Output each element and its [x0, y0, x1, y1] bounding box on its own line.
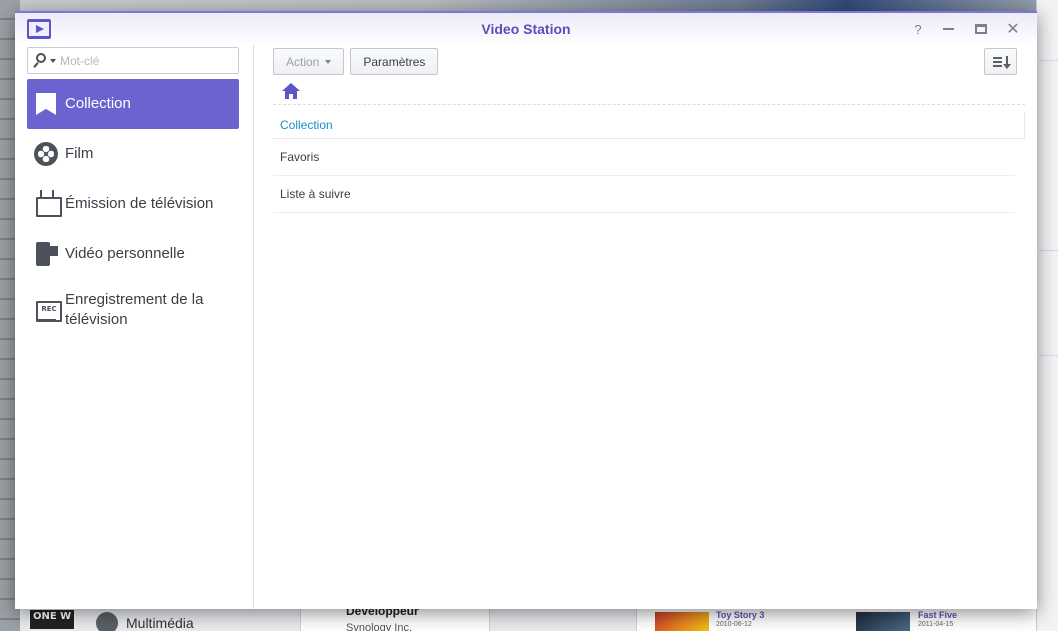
minimize-icon — [942, 28, 954, 30]
sidebar-item-film[interactable]: Film — [27, 129, 239, 179]
sidebar-item-collection[interactable]: Collection — [27, 79, 239, 129]
settings-button-label: Paramètres — [363, 54, 426, 69]
street-sign: ONE W — [28, 608, 76, 631]
maximize-button[interactable] — [971, 19, 991, 39]
movie-poster — [655, 612, 709, 631]
movie-title: Fast Five — [918, 610, 958, 620]
rec-tv-icon — [27, 285, 65, 335]
street-sign-text: ONE W — [33, 611, 72, 622]
movie-date: 2011-04-15 — [918, 621, 954, 628]
maximize-icon — [975, 24, 987, 34]
background-window-edge — [1036, 0, 1058, 631]
search-box — [27, 47, 239, 74]
video-station-window: Video Station ? ✕ Collection — [15, 11, 1037, 609]
list-header[interactable]: Collection — [273, 112, 1025, 139]
sidebar-item-tv-show[interactable]: Émission de télévision — [27, 179, 239, 229]
sidebar: Collection Film Émission de télévision V… — [15, 45, 254, 609]
toolbar: Action Paramètres — [273, 48, 439, 76]
sidebar-item-label: Vidéo personnelle — [65, 245, 185, 262]
breadcrumb — [273, 81, 1025, 105]
collection-list: Collection Favoris Liste à suivre — [273, 112, 1025, 213]
sidebar-item-home-video[interactable]: Vidéo personnelle — [27, 229, 239, 279]
help-icon: ? — [914, 21, 922, 37]
action-button[interactable]: Action — [273, 48, 345, 75]
sidebar-nav: Collection Film Émission de télévision V… — [27, 79, 239, 341]
sort-button[interactable] — [984, 48, 1017, 75]
sidebar-item-tv-recording[interactable]: Enregistrement de la télévision — [27, 279, 239, 341]
search-input[interactable] — [58, 48, 238, 73]
help-button[interactable]: ? — [908, 19, 928, 39]
main-content: Action Paramètres Collection Favoris Lis… — [255, 45, 1037, 609]
developer-name: Synology Inc. — [346, 622, 413, 631]
camcorder-icon — [27, 229, 65, 279]
sidebar-item-label: Collection — [65, 95, 131, 112]
movie-title: Toy Story 3 — [716, 610, 765, 620]
action-button-label: Action — [286, 54, 320, 69]
home-icon[interactable] — [282, 83, 300, 101]
background-multimedia-item: Multimédia — [96, 612, 194, 631]
search-icon[interactable] — [28, 48, 58, 73]
multimedia-label: Multimédia — [126, 615, 194, 631]
list-item-watchlist[interactable]: Liste à suivre — [273, 176, 1015, 213]
settings-button[interactable]: Paramètres — [350, 48, 439, 75]
close-icon: ✕ — [1006, 21, 1020, 38]
minimize-button[interactable] — [938, 19, 958, 39]
list-item-favorites[interactable]: Favoris — [273, 139, 1015, 176]
bookmark-icon — [27, 79, 65, 129]
close-button[interactable]: ✕ — [1003, 19, 1023, 39]
movie-date: 2010-06-12 — [716, 621, 752, 628]
sidebar-item-label: Film — [65, 145, 94, 162]
chevron-down-icon — [325, 59, 332, 64]
sidebar-item-label: Enregistrement de la télévision — [65, 291, 204, 328]
film-reel-icon — [27, 129, 65, 179]
tv-icon — [27, 179, 65, 229]
movie-poster — [856, 612, 910, 631]
sidebar-item-label: Émission de télévision — [65, 195, 214, 212]
window-title: Video Station — [481, 21, 571, 37]
film-reel-icon — [96, 612, 118, 631]
title-bar[interactable]: Video Station ? ✕ — [15, 13, 1037, 45]
